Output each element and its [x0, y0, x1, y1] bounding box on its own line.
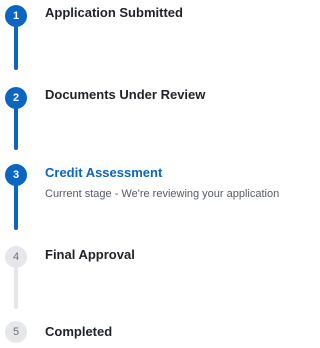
step-connector-line	[14, 22, 18, 70]
step-completed: 5 Completed	[0, 318, 310, 348]
step-title: Completed	[45, 324, 113, 339]
step-connector-line	[14, 104, 18, 150]
step-title: Final Approval	[45, 247, 135, 262]
step-number-badge: 5	[5, 321, 27, 343]
step-connector-line	[14, 180, 18, 230]
step-documents-under-review: 2 Documents Under Review	[0, 80, 310, 160]
step-title: Credit Assessment	[45, 165, 163, 180]
step-title: Application Submitted	[45, 5, 183, 20]
step-credit-assessment: 3 Credit Assessment Current stage - We'r…	[0, 160, 310, 240]
step-connector-line	[14, 262, 18, 309]
step-title: Documents Under Review	[45, 87, 206, 102]
step-final-approval: 4 Final Approval	[0, 240, 310, 320]
application-progress-stepper: 1 Application Submitted 2 Documents Unde…	[0, 0, 310, 348]
step-application-submitted: 1 Application Submitted	[0, 0, 310, 80]
step-description: Current stage - We're reviewing your app…	[45, 188, 280, 200]
